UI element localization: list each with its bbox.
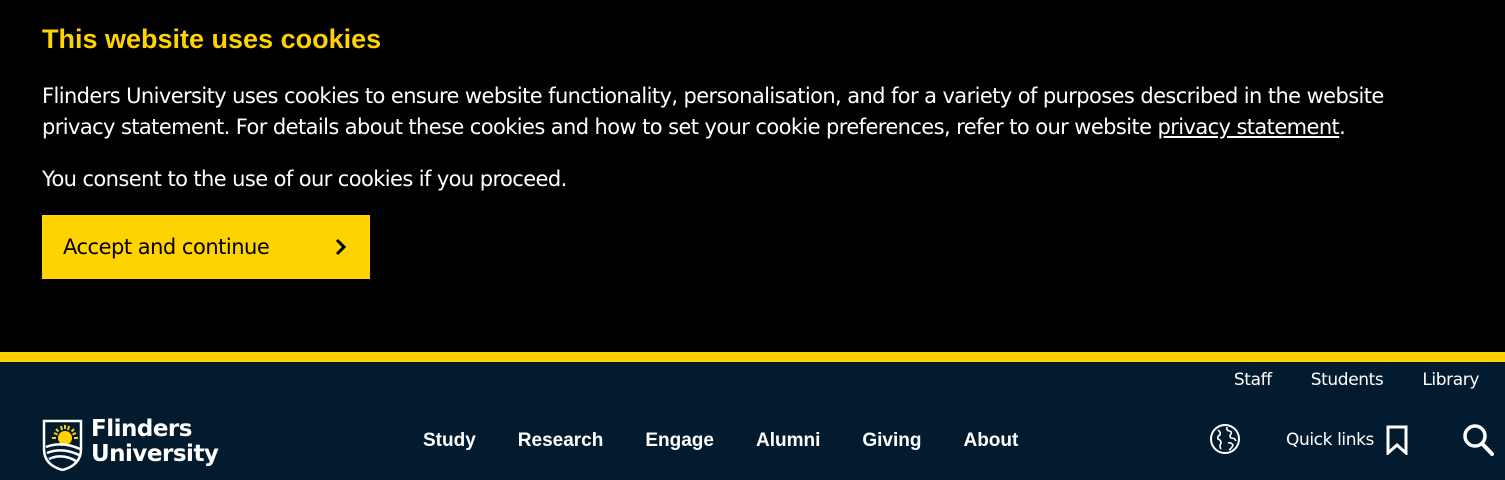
quick-links-label: Quick links: [1286, 430, 1374, 450]
chevron-right-icon: [335, 238, 347, 256]
utility-nav: Staff Students Library: [1195, 370, 1479, 390]
search-button[interactable]: [1462, 423, 1494, 457]
nav-research[interactable]: Research: [518, 430, 604, 452]
cookie-banner-description: Flinders University uses cookies to ensu…: [42, 81, 1462, 143]
utility-link-library[interactable]: Library: [1422, 370, 1479, 390]
logo-line-2: University: [91, 441, 219, 467]
bookmark-icon: [1386, 425, 1408, 455]
nav-engage[interactable]: Engage: [645, 430, 714, 452]
cookie-description-end: .: [1339, 115, 1346, 139]
accept-button-label: Accept and continue: [63, 235, 270, 259]
accept-and-continue-button[interactable]: Accept and continue: [42, 215, 370, 279]
accent-divider: [0, 352, 1505, 362]
cookie-banner-title: This website uses cookies: [42, 24, 382, 54]
flinders-logo[interactable]: Flinders University: [42, 416, 219, 471]
language-globe-button[interactable]: [1209, 423, 1241, 455]
nav-about[interactable]: About: [963, 430, 1018, 452]
globe-icon: [1210, 424, 1240, 454]
logo-wordmark: Flinders University: [91, 416, 219, 467]
nav-study[interactable]: Study: [423, 430, 476, 452]
cookie-consent-text: You consent to the use of our cookies if…: [42, 167, 567, 191]
flinders-shield-logo-icon: [42, 419, 83, 471]
nav-alumni[interactable]: Alumni: [756, 430, 820, 452]
logo-line-1: Flinders: [91, 416, 192, 442]
cookie-banner: This website uses cookies Flinders Unive…: [0, 0, 1505, 352]
site-header: Staff Students Library Flinders Universi…: [0, 362, 1505, 480]
utility-link-staff[interactable]: Staff: [1234, 370, 1272, 390]
privacy-statement-link[interactable]: privacy statement: [1158, 115, 1340, 139]
quick-links-button[interactable]: Quick links: [1286, 425, 1408, 455]
search-icon: [1463, 424, 1494, 456]
utility-link-students[interactable]: Students: [1311, 370, 1384, 390]
nav-giving[interactable]: Giving: [862, 430, 921, 452]
main-nav: Study Research Engage Alumni Giving Abou…: [402, 430, 1039, 452]
